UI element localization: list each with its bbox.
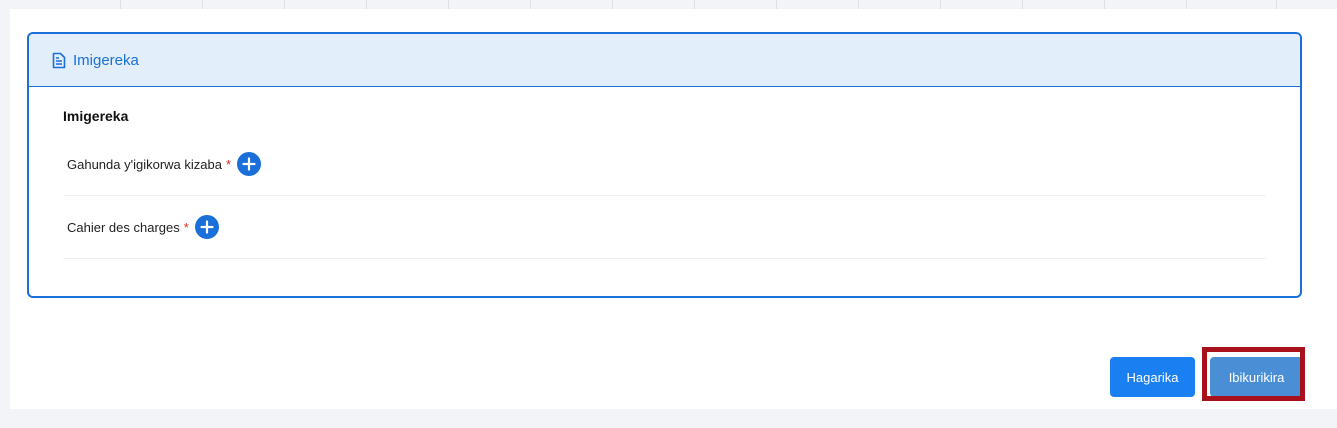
next-button[interactable]: Ibikurikira xyxy=(1210,357,1303,397)
document-icon xyxy=(52,52,66,68)
add-attachment-button[interactable] xyxy=(194,215,219,239)
field-row-cahier-des-charges: Cahier des charges * xyxy=(63,196,1266,259)
section-title: Imigereka xyxy=(63,108,129,124)
card-header: Imigereka xyxy=(29,34,1300,87)
attachments-card: Imigereka Imigereka Gahunda y'igikorwa k… xyxy=(27,32,1302,298)
modal-dialog: Imigereka Imigereka Gahunda y'igikorwa k… xyxy=(10,9,1337,409)
card-header-title: Imigereka xyxy=(73,51,139,69)
card-body: Imigereka Gahunda y'igikorwa kizaba * Ca… xyxy=(29,108,1300,259)
required-mark: * xyxy=(225,156,232,172)
field-label: Cahier des charges xyxy=(67,219,180,235)
cancel-button[interactable]: Hagarika xyxy=(1110,357,1195,397)
field-row-action-plan: Gahunda y'igikorwa kizaba * xyxy=(63,133,1266,196)
required-mark: * xyxy=(183,219,189,235)
add-attachment-button[interactable] xyxy=(237,152,262,176)
plus-icon xyxy=(242,157,256,171)
plus-icon xyxy=(200,220,214,234)
field-label: Gahunda y'igikorwa kizaba xyxy=(67,156,222,172)
